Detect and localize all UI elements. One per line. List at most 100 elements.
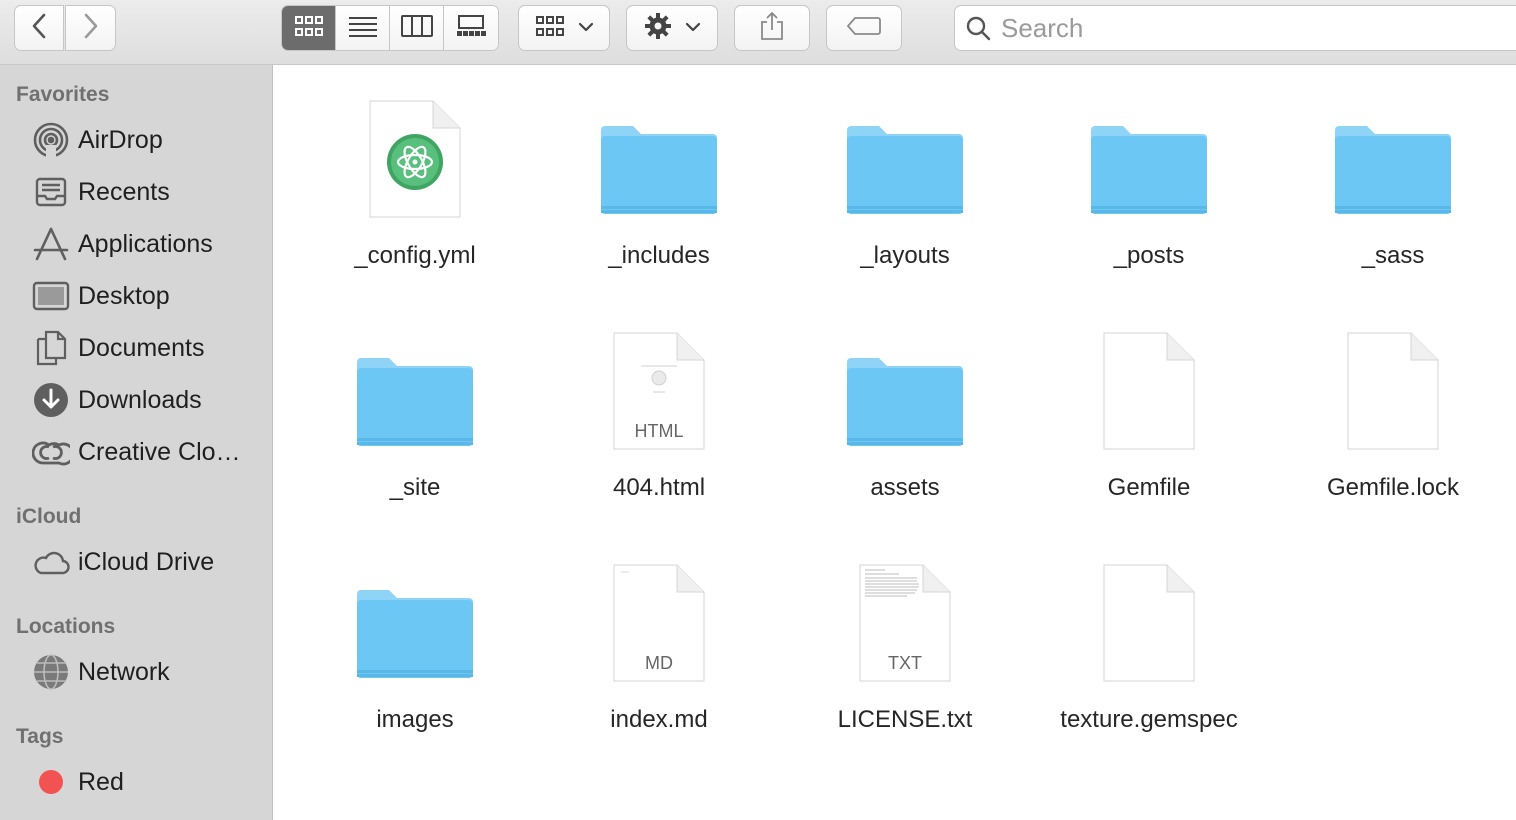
- file-type-badge: TXT: [888, 653, 922, 673]
- creative-cloud-icon: [30, 432, 72, 472]
- chevron-down-icon: [578, 19, 594, 37]
- gallery-view-button[interactable]: [444, 6, 498, 50]
- chevron-left-icon: [31, 13, 47, 44]
- folder-icon: [357, 590, 473, 678]
- sidebar-item-creative-cloud[interactable]: Creative Clo…: [30, 430, 268, 474]
- tag-button[interactable]: [826, 5, 902, 51]
- back-button[interactable]: [14, 5, 64, 51]
- file-grid: _config.yml _includes _layouts _posts _s…: [274, 65, 1516, 820]
- sidebar-item-recents[interactable]: Recents: [30, 170, 268, 214]
- search-field[interactable]: [954, 5, 1516, 51]
- text-document-icon: TXT: [859, 564, 951, 682]
- file-name: assets: [870, 474, 940, 501]
- folder-item[interactable]: _layouts: [785, 83, 1025, 293]
- file-item[interactable]: TXT LICENSE.txt: [785, 547, 1025, 757]
- sidebar-item-downloads[interactable]: Downloads: [30, 378, 268, 422]
- folder-item[interactable]: images: [295, 547, 535, 757]
- favorites-heading: Favorites: [16, 83, 110, 106]
- sidebar-item-applications[interactable]: Applications: [30, 222, 268, 266]
- folder-item[interactable]: assets: [785, 315, 1025, 525]
- column-view-button[interactable]: [390, 6, 444, 50]
- file-name: _sass: [1361, 242, 1425, 269]
- gear-icon: [644, 12, 672, 45]
- file-name: 404.html: [612, 474, 706, 501]
- file-name: images: [376, 706, 454, 733]
- airdrop-icon: [30, 120, 72, 160]
- file-item[interactable]: texture.gemspec: [1029, 547, 1269, 757]
- sidebar-item-label: Red: [78, 767, 124, 796]
- search-input[interactable]: [999, 11, 1483, 45]
- icon-view-button[interactable]: [282, 6, 336, 50]
- icloud-heading: iCloud: [16, 505, 82, 528]
- sidebar-item-airdrop[interactable]: AirDrop: [30, 118, 268, 162]
- atom-document-icon: [369, 100, 461, 218]
- folder-icon: [1335, 126, 1451, 214]
- icon-view-icon: [294, 15, 324, 42]
- tag-icon: [846, 16, 882, 41]
- blank-document-icon: [1103, 332, 1195, 450]
- search-icon: [965, 15, 991, 41]
- column-view-icon: [400, 14, 433, 42]
- file-name: LICENSE.txt: [837, 706, 973, 733]
- tags-heading: Tags: [16, 725, 64, 748]
- folder-item[interactable]: _site: [295, 315, 535, 525]
- blank-document-icon: [1103, 564, 1195, 682]
- folder-icon: [847, 358, 963, 446]
- folder-icon: [601, 126, 717, 214]
- blank-document-icon: [1347, 332, 1439, 450]
- sidebar-item-documents[interactable]: Documents: [30, 326, 268, 370]
- sidebar-item-label: Desktop: [78, 281, 170, 310]
- toolbar: [0, 0, 1516, 65]
- sidebar-item-tag-red[interactable]: Red: [30, 760, 268, 804]
- folder-item[interactable]: _sass: [1273, 83, 1513, 293]
- downloads-icon: [30, 380, 72, 420]
- folder-icon: [1091, 126, 1207, 214]
- file-item[interactable]: HTML 404.html: [539, 315, 779, 525]
- sidebar-item-network[interactable]: Network: [30, 650, 268, 694]
- file-name: _config.yml: [354, 242, 476, 269]
- sidebar-item-label: Documents: [78, 333, 205, 362]
- view-mode-control: [281, 5, 499, 51]
- file-name: Gemfile.lock: [1326, 474, 1460, 501]
- file-item[interactable]: MD index.md: [539, 547, 779, 757]
- sidebar-item-label: Applications: [78, 229, 213, 258]
- html-document-icon: HTML: [613, 332, 705, 450]
- sidebar-item-label: Network: [78, 657, 170, 686]
- sidebar-item-label: AirDrop: [78, 125, 163, 154]
- file-type-badge: HTML: [634, 421, 684, 441]
- file-name: texture.gemspec: [1060, 706, 1238, 733]
- sidebar: Favorites AirDrop Recents Applications D…: [0, 65, 273, 820]
- file-name: _posts: [1113, 242, 1185, 269]
- sidebar-item-label: Creative Clo…: [78, 437, 241, 466]
- file-item[interactable]: _config.yml: [295, 83, 535, 293]
- sidebar-item-label: iCloud Drive: [78, 547, 215, 576]
- action-menu-button[interactable]: [626, 5, 718, 51]
- share-button[interactable]: [734, 5, 810, 51]
- file-name: index.md: [610, 706, 708, 733]
- folder-icon: [847, 126, 963, 214]
- file-name: Gemfile: [1107, 474, 1191, 501]
- group-grid-icon: [535, 15, 565, 42]
- folder-item[interactable]: _posts: [1029, 83, 1269, 293]
- forward-button[interactable]: [65, 5, 116, 51]
- file-item[interactable]: Gemfile: [1029, 315, 1269, 525]
- file-item[interactable]: Gemfile.lock: [1273, 315, 1513, 525]
- sidebar-item-icloud-drive[interactable]: iCloud Drive: [30, 540, 268, 584]
- group-by-dropdown[interactable]: [518, 5, 610, 51]
- applications-icon: [30, 224, 72, 264]
- desktop-icon: [30, 276, 72, 316]
- file-name: _includes: [608, 242, 710, 269]
- sidebar-item-label: Recents: [78, 177, 170, 206]
- folder-item[interactable]: _includes: [539, 83, 779, 293]
- sidebar-item-desktop[interactable]: Desktop: [30, 274, 268, 318]
- cloud-icon: [30, 542, 72, 582]
- share-icon: [760, 11, 784, 46]
- chevron-right-icon: [83, 13, 99, 44]
- list-view-icon: [348, 15, 378, 42]
- documents-icon: [30, 328, 72, 368]
- gallery-view-icon: [456, 14, 486, 42]
- file-name: _layouts: [860, 242, 950, 269]
- markdown-document-icon: MD: [613, 564, 705, 682]
- locations-heading: Locations: [16, 615, 116, 638]
- list-view-button[interactable]: [336, 6, 390, 50]
